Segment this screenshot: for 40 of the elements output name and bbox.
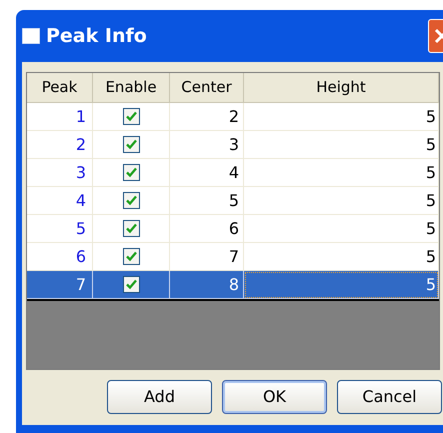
table-cell: 6	[27, 243, 93, 271]
dialog-button[interactable]: Cancel	[337, 380, 442, 414]
check-icon	[126, 167, 136, 178]
table-cell: 5	[170, 187, 244, 215]
table-cell: 5	[244, 159, 439, 187]
table-cell: 1	[27, 103, 93, 131]
table-cell: 2	[27, 131, 93, 159]
table-cell: 8	[170, 271, 244, 299]
table-cell: 3	[170, 131, 244, 159]
checkbox[interactable]	[122, 164, 140, 181]
check-icon	[126, 251, 136, 262]
table-cell: 5	[244, 215, 439, 243]
dialog-button[interactable]: Add	[107, 380, 212, 414]
check-icon	[126, 139, 136, 150]
table-cell: 6	[170, 215, 244, 243]
table-cell: 7	[27, 271, 93, 299]
check-icon	[126, 195, 136, 206]
table-cell: 5	[244, 271, 439, 299]
checkbox[interactable]	[122, 276, 140, 293]
table-cell: 5	[244, 103, 439, 131]
checkbox[interactable]	[122, 248, 140, 265]
check-icon	[126, 279, 136, 290]
check-icon	[126, 111, 136, 122]
window-icon	[22, 28, 40, 44]
check-icon	[126, 223, 136, 234]
dialog-button[interactable]: OK	[222, 380, 327, 414]
table-cell: 5	[244, 131, 439, 159]
table-cell: 2	[170, 103, 244, 131]
table-cell: 4	[27, 187, 93, 215]
table-cell: 4	[170, 159, 244, 187]
table-cell: 5	[244, 187, 439, 215]
checkbox[interactable]	[122, 192, 140, 209]
window-title: Peak Info	[46, 24, 147, 49]
table-cell: 5	[27, 215, 93, 243]
checkbox[interactable]	[122, 136, 140, 153]
checkbox[interactable]	[122, 108, 140, 125]
table-cell: 5	[244, 243, 439, 271]
checkbox[interactable]	[122, 220, 140, 237]
table-cell: 7	[170, 243, 244, 271]
table-cell: 3	[27, 159, 93, 187]
